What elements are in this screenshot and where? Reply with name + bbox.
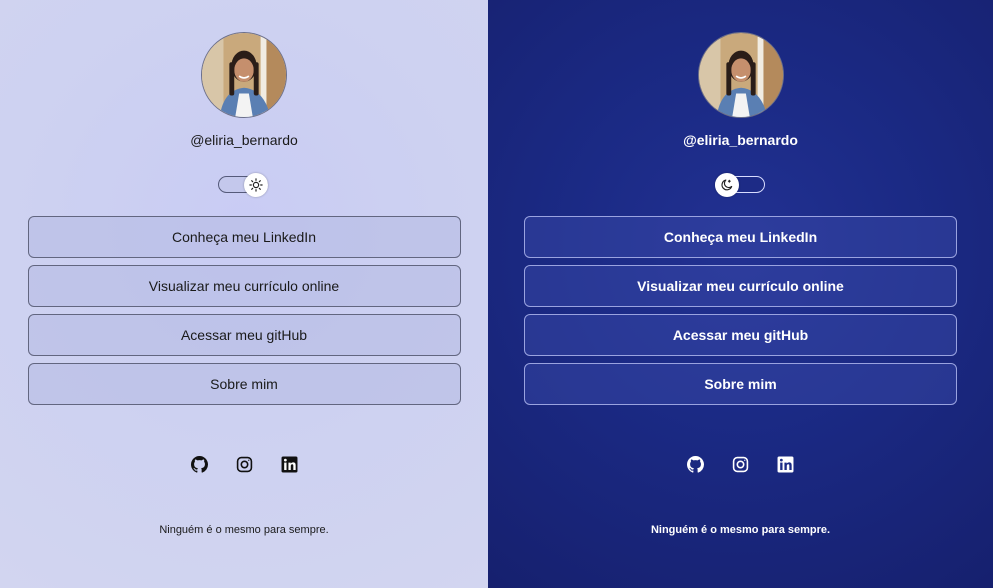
- linkedin-link-button[interactable]: Conheça meu LinkedIn: [27, 216, 461, 258]
- username: @eliria_bernardo: [683, 132, 798, 148]
- sun-icon: [249, 178, 263, 192]
- instagram-icon[interactable]: [732, 456, 749, 473]
- link-list: Conheça meu LinkedIn Visualizar meu curr…: [524, 216, 957, 405]
- social-links: [687, 456, 794, 473]
- username: @eliria_bernardo: [190, 132, 298, 148]
- linkedin-link-button[interactable]: Conheça meu LinkedIn: [524, 216, 957, 258]
- dark-theme-panel: @eliria_bernardo Conheça meu LinkedIn Vi…: [488, 0, 993, 588]
- footer-quote: Ninguém é o mesmo para sempre.: [650, 524, 831, 536]
- resume-link-button[interactable]: Visualizar meu currículo online: [524, 265, 957, 307]
- linkedin-icon[interactable]: [281, 456, 298, 473]
- github-icon[interactable]: [687, 456, 704, 473]
- avatar: [201, 32, 287, 118]
- theme-toggle[interactable]: [218, 173, 270, 197]
- profile-photo: [698, 33, 783, 117]
- profile-photo: [202, 33, 286, 117]
- github-icon[interactable]: [190, 456, 208, 473]
- footer-quote: Ninguém é o mesmo para sempre.: [159, 524, 329, 536]
- about-me-link-button[interactable]: Sobre mim: [524, 363, 957, 405]
- theme-toggle[interactable]: [714, 173, 767, 197]
- link-list: Conheça meu LinkedIn Visualizar meu curr…: [27, 216, 461, 405]
- about-me-link-button[interactable]: Sobre mim: [27, 363, 461, 405]
- light-theme-panel: @eliria_bernardo Conheça meu LinkedIn Vi…: [0, 0, 488, 588]
- avatar: [697, 32, 784, 118]
- toggle-knob[interactable]: [244, 173, 268, 197]
- resume-link-button[interactable]: Visualizar meu currículo online: [27, 265, 461, 307]
- moon-icon: [720, 179, 732, 191]
- toggle-knob[interactable]: [714, 173, 739, 197]
- linkedin-icon[interactable]: [777, 456, 794, 473]
- social-links: [190, 456, 298, 473]
- github-link-button[interactable]: Acessar meu gitHub: [524, 314, 957, 356]
- github-link-button[interactable]: Acessar meu gitHub: [27, 314, 461, 356]
- instagram-icon[interactable]: [236, 456, 253, 473]
